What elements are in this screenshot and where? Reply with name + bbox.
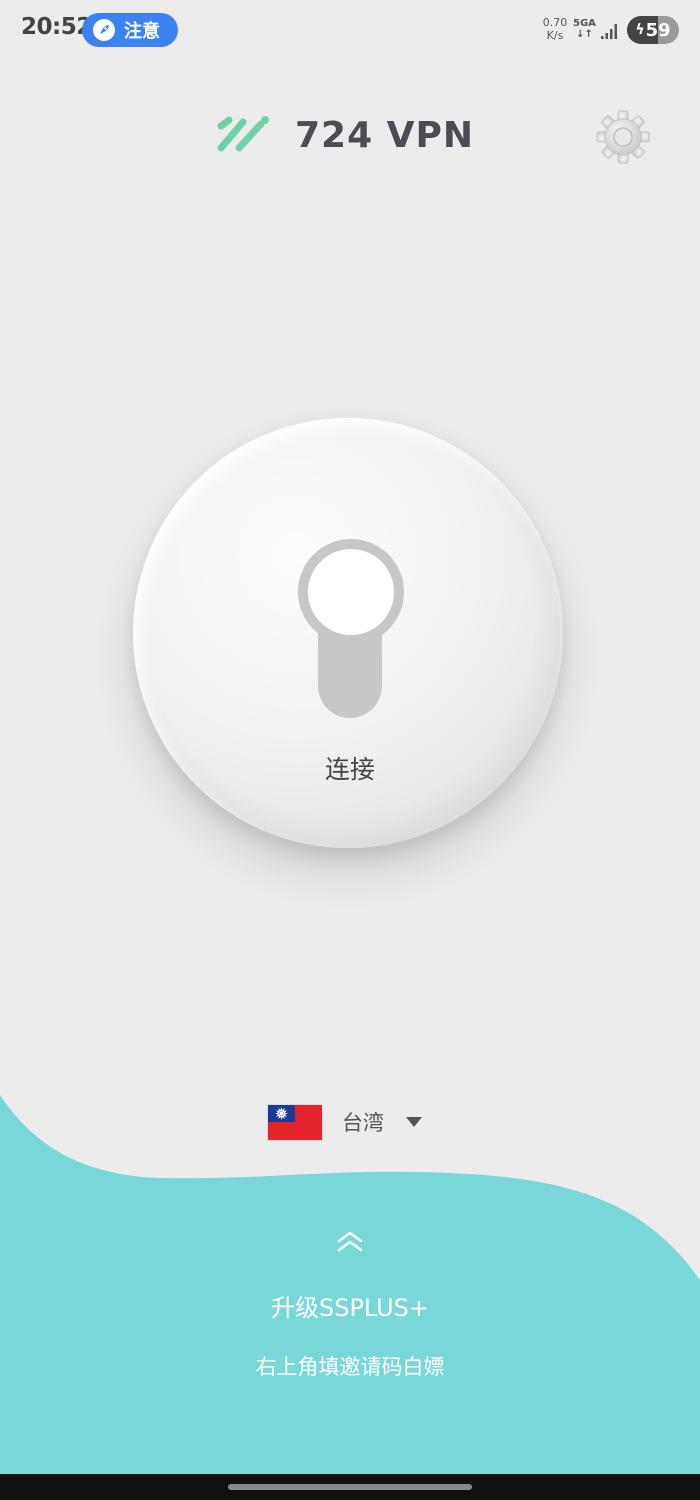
upgrade-subtitle: 右上角填邀请码白嫖 [255,1355,445,1379]
navigation-bar [0,1474,700,1500]
logo-mark-icon [217,116,269,152]
taiwan-flag-icon [268,1104,322,1140]
home-indicator[interactable] [228,1484,472,1490]
battery-level: 59 [645,19,671,41]
app-logo: 724 VPN [215,112,485,158]
network-speed-unit: K/s [546,29,564,42]
signal-icon [601,24,617,39]
country-name: 台湾 [342,1111,384,1135]
network-type-label: 5GA [573,18,596,29]
country-selector[interactable]: 台湾 [268,1104,428,1140]
status-time: 20:52 [21,14,92,40]
notice-label: 注意 [124,21,160,42]
network-type: 5GA ↓↑ [573,18,596,40]
network-speed: 0.70 K/s [540,16,570,42]
caret-down-icon [406,1117,422,1127]
connect-label: 连接 [324,755,375,784]
notice-pill[interactable]: 注意 [82,13,178,47]
gear-icon [596,110,650,164]
battery-indicator: ϟ 59 [627,16,679,44]
status-bar: 20:52 注意 0.70 K/s 5GA ↓↑ ϟ 59 [0,0,700,62]
app-name: 724 VPN [295,114,475,156]
double-chevron-up-icon[interactable] [336,1230,364,1254]
white-sun-icon [275,1106,288,1120]
charging-bolt-icon: ϟ [635,22,645,38]
network-speed-value: 0.70 [542,16,568,29]
settings-button[interactable] [596,110,650,164]
rocket-icon [93,19,115,41]
connect-switch-knob[interactable] [298,539,404,645]
upgrade-title[interactable]: 升级SSPLUS+ [150,1288,550,1323]
data-arrows-icon: ↓↑ [576,29,593,40]
